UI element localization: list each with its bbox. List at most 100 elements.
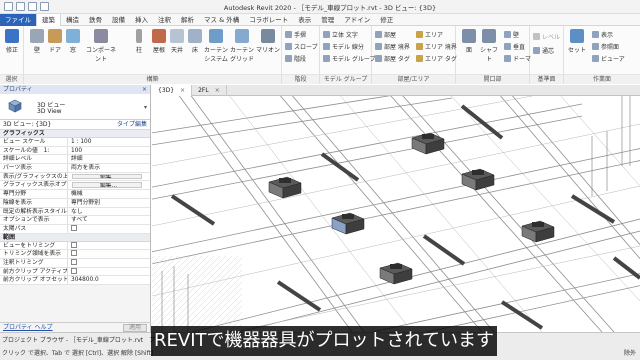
ribbon-tab-9[interactable]: コラボレート	[244, 14, 293, 26]
property-value[interactable]: 1 : 100	[68, 138, 150, 146]
grid-button[interactable]: 通芯	[533, 46, 554, 55]
ribbon-tab-11[interactable]: 管理	[316, 14, 339, 26]
window-label: 窓	[69, 47, 76, 54]
property-value[interactable]	[68, 241, 150, 250]
ribbon-tab-2[interactable]: 構造	[61, 14, 84, 26]
model-line-button[interactable]: モデル 線分	[323, 42, 364, 51]
window-button[interactable]: 窓	[62, 29, 84, 54]
show-label: 表示	[601, 32, 614, 39]
ribbon-tabs: ファイル 建築 構造 鉄骨 設備 挿入 注釈 解析 マス & 外構 コラボレート 表示 管理 アドイン修…	[0, 14, 640, 26]
room-button[interactable]: 部屋	[375, 30, 396, 39]
properties-help-link[interactable]: プロパティ ヘルプ	[3, 324, 53, 331]
model-group-button[interactable]: モデル グループ	[323, 54, 376, 63]
revit-logo-icon[interactable]	[4, 2, 13, 11]
component-button[interactable]: コンポーネント	[84, 29, 118, 63]
property-value[interactable]: 詳細	[68, 155, 150, 163]
ribbon-tab-7[interactable]: 解析	[176, 14, 199, 26]
ribbon-tab-5[interactable]: 挿入	[130, 14, 153, 26]
chevron-down-icon[interactable]: ▾	[144, 104, 147, 111]
apply-button[interactable]: 適用	[123, 324, 147, 332]
property-name: グラフィックス表示オプション	[0, 181, 68, 190]
property-name: ビューをトリミング	[0, 241, 68, 250]
viewer-button[interactable]: ビューア	[592, 54, 625, 63]
property-checkbox[interactable]	[71, 250, 77, 257]
ribbon-tab-0[interactable]: ファイル	[0, 14, 36, 26]
curtain-system-button[interactable]: カーテン システム	[204, 29, 228, 63]
opening-group-label: 開口部	[456, 74, 529, 84]
property-checkbox[interactable]	[71, 267, 77, 274]
ribbon-tab-10[interactable]: 表示	[293, 14, 316, 26]
graphics-group-header[interactable]: グラフィックス	[0, 130, 150, 138]
save-icon[interactable]	[28, 2, 37, 11]
tag-room-label: 部屋 タグ	[384, 56, 410, 63]
railing-button[interactable]: 手摺	[285, 30, 306, 39]
ribbon-tab-3[interactable]: 鉄骨	[84, 14, 107, 26]
tag-room-button[interactable]: 部屋 タグ	[375, 54, 410, 63]
vertical-opening-button[interactable]: 垂直	[504, 42, 525, 51]
mullion-button[interactable]: マリオン	[256, 29, 280, 54]
property-name: ビュー スケール	[0, 138, 68, 146]
ribbon-tab-8[interactable]: マス & 外構	[199, 14, 244, 26]
area-button[interactable]: エリア	[416, 30, 443, 39]
dormer-button[interactable]: ドーマ	[504, 54, 531, 63]
ribbon-tab-6[interactable]: 注釈	[153, 14, 176, 26]
circulation-group-label: 階段	[282, 74, 319, 84]
ramp-button[interactable]: スロープ	[285, 42, 318, 51]
view-tab-0[interactable]: {3D} ×	[152, 85, 193, 96]
type-selector[interactable]: 3D ビュー 3D View ▾	[0, 94, 150, 120]
close-icon[interactable]: ×	[215, 87, 220, 94]
property-value[interactable]	[68, 224, 150, 233]
ref-plane-button[interactable]: 参照面	[592, 42, 619, 51]
property-checkbox[interactable]	[71, 224, 77, 231]
set-workplane-button[interactable]: セット	[566, 29, 588, 54]
level-button[interactable]: レベル	[533, 32, 560, 41]
curtain-grid-button[interactable]: カーテン グリッド	[230, 29, 254, 63]
room-separator-button[interactable]: 部屋 境界	[375, 42, 410, 51]
modify-button[interactable]: 修正	[1, 29, 23, 54]
property-value[interactable]: すべて	[68, 216, 150, 224]
property-name: 注釈トリミング	[0, 258, 68, 267]
close-icon[interactable]: ×	[180, 87, 185, 94]
extents-group-header[interactable]: 範囲	[0, 233, 150, 242]
property-row: 前方クリップ アクティブ	[0, 267, 150, 277]
property-value[interactable]: 機械	[68, 190, 150, 198]
ribbon-tab-12[interactable]: アドイン	[339, 14, 375, 26]
instance-selector[interactable]: 3D ビュー: {3D} タイプ編集	[0, 120, 150, 130]
property-row: 既定の解析表示スタイル なし	[0, 207, 150, 217]
open-icon[interactable]	[16, 2, 25, 11]
level-icon	[533, 33, 540, 40]
show-workplane-button[interactable]: 表示	[592, 30, 613, 39]
property-value[interactable]: 304800.0	[68, 276, 150, 284]
model-text-button[interactable]: 立体 文字	[323, 30, 358, 39]
property-value[interactable]: 両方を表示	[68, 164, 150, 172]
ribbon-tab-13[interactable]: 修正	[375, 14, 398, 26]
property-checkbox[interactable]	[71, 258, 77, 265]
floor-button[interactable]: 床	[184, 29, 206, 54]
wall-opening-button[interactable]: 壁	[504, 30, 519, 39]
property-checkbox[interactable]	[71, 241, 77, 248]
property-value[interactable]: 専門分野別	[68, 199, 150, 207]
view-tab-1[interactable]: 2FL ×	[192, 85, 227, 96]
property-edit-button[interactable]: 編集...	[72, 182, 142, 189]
by-face-button[interactable]: 面	[458, 29, 480, 54]
property-edit-button[interactable]: 編集...	[72, 173, 142, 180]
property-value[interactable]	[68, 258, 150, 267]
ribbon-tab-4[interactable]: 設備	[107, 14, 130, 26]
property-value[interactable]	[68, 267, 150, 276]
shaft-button[interactable]: シャフト	[478, 29, 500, 63]
property-value[interactable]: 100	[68, 147, 150, 155]
stair-button[interactable]: 階段	[285, 54, 306, 63]
property-name: 詳細レベル	[0, 155, 68, 164]
area-boundary-button[interactable]: エリア 境界	[416, 42, 457, 51]
property-value[interactable]	[68, 250, 150, 258]
close-icon[interactable]: ×	[142, 85, 147, 94]
3d-view-canvas[interactable]	[152, 96, 640, 332]
by-face-icon	[462, 29, 476, 43]
column-button[interactable]: 柱	[128, 29, 150, 54]
edit-type-button[interactable]: タイプ編集	[117, 120, 147, 130]
ribbon-tab-1[interactable]: 建築	[36, 14, 61, 26]
tag-area-button[interactable]: エリア タグ	[416, 54, 457, 63]
undo-icon[interactable]	[40, 2, 49, 11]
quick-access-toolbar[interactable]	[4, 2, 49, 11]
property-value[interactable]: なし	[68, 208, 150, 216]
